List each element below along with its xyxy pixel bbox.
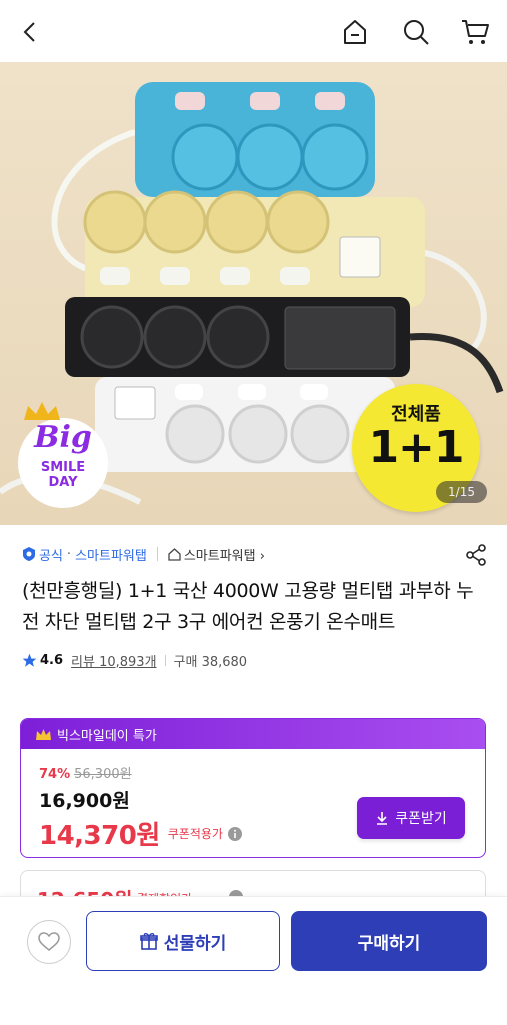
download-icon bbox=[377, 812, 388, 825]
promo-smile-line: SMILE bbox=[40, 460, 86, 475]
heart-icon bbox=[38, 932, 60, 951]
rating-row: 4.6 리뷰 10,893개 구매 38,680 bbox=[22, 650, 487, 670]
promo-day-line: DAY bbox=[48, 475, 78, 490]
search-icon bbox=[404, 20, 429, 45]
search-button[interactable] bbox=[396, 12, 436, 52]
cart-button[interactable] bbox=[455, 12, 495, 52]
product-image-carousel[interactable]: Big SMILE DAY 전체품 1+1 1/15 bbox=[0, 62, 507, 525]
back-button[interactable] bbox=[10, 12, 50, 52]
store-home-link-text: 스마트파워탭 bbox=[183, 548, 256, 564]
divider bbox=[164, 654, 166, 666]
chevron-left-icon bbox=[23, 22, 35, 42]
gift-label: 선물하기 bbox=[163, 933, 227, 954]
promo-big-text: Big bbox=[34, 420, 92, 455]
star-icon bbox=[22, 653, 37, 667]
review-count-link[interactable]: 리뷰 10,893개 bbox=[71, 651, 157, 670]
badge-line2: 1+1 bbox=[368, 422, 464, 473]
crown-icon bbox=[36, 728, 51, 740]
deal-header: 빅스마일데이 특가 bbox=[21, 719, 485, 749]
deal-header-label: 빅스마일데이 특가 bbox=[57, 728, 157, 744]
store-name-link[interactable]: 스마트파워탭 bbox=[75, 545, 147, 564]
original-price: 56,300원 bbox=[74, 767, 132, 782]
deal-body: 74% 56,300원 16,900원 14,370원 쿠폰적용가 쿠폰받기 bbox=[21, 749, 485, 857]
divider bbox=[156, 547, 158, 561]
share-icon[interactable] bbox=[465, 544, 487, 566]
buy-button[interactable]: 구매하기 bbox=[291, 911, 487, 971]
store-home-link[interactable]: 스마트파워탭 › bbox=[184, 545, 265, 564]
purchase-count: 구매 38,680 bbox=[173, 654, 248, 670]
bottom-action-bar: 선물하기 구매하기 bbox=[0, 896, 507, 1025]
cart-icon bbox=[462, 20, 489, 44]
gift-button[interactable]: 선물하기 bbox=[86, 911, 280, 971]
top-nav-bar bbox=[0, 0, 507, 62]
buy-label: 구매하기 bbox=[357, 933, 421, 954]
info-icon[interactable] bbox=[227, 826, 242, 841]
big-smile-day-logo: Big SMILE DAY bbox=[12, 400, 120, 512]
verified-badge-icon bbox=[23, 547, 35, 561]
discount-row: 74% 56,300원 bbox=[39, 763, 467, 782]
discount-rate: 74% bbox=[39, 767, 71, 782]
home-icon bbox=[344, 20, 366, 44]
coupon-price: 14,370원 bbox=[39, 821, 160, 851]
image-counter: 1/15 bbox=[436, 481, 487, 503]
dot-separator: · bbox=[66, 546, 72, 562]
gift-icon bbox=[139, 933, 158, 950]
official-label: 공식 bbox=[39, 548, 63, 564]
product-info: 공식 · 스마트파워탭 스마트파워탭 › (천만흥행딜) 1+1 국산 4000… bbox=[22, 540, 487, 670]
store-line: 공식 · 스마트파워탭 스마트파워탭 › bbox=[22, 540, 487, 568]
product-title: (천만흥행딜) 1+1 국산 4000W 고용량 멀티탭 과부하 누전 차단 멀… bbox=[22, 580, 474, 633]
get-coupon-button[interactable]: 쿠폰받기 bbox=[357, 797, 465, 839]
wishlist-button[interactable] bbox=[27, 920, 71, 964]
get-coupon-label: 쿠폰받기 bbox=[395, 811, 447, 827]
rating-value: 4.6 bbox=[40, 652, 64, 668]
home-small-icon bbox=[168, 547, 181, 561]
promo-smile-text: SMILE DAY bbox=[12, 460, 114, 490]
special-deal-card: 빅스마일데이 특가 74% 56,300원 16,900원 14,370원 쿠폰적… bbox=[20, 718, 486, 858]
coupon-price-label: 쿠폰적용가 bbox=[167, 827, 223, 841]
home-button[interactable] bbox=[335, 12, 375, 52]
